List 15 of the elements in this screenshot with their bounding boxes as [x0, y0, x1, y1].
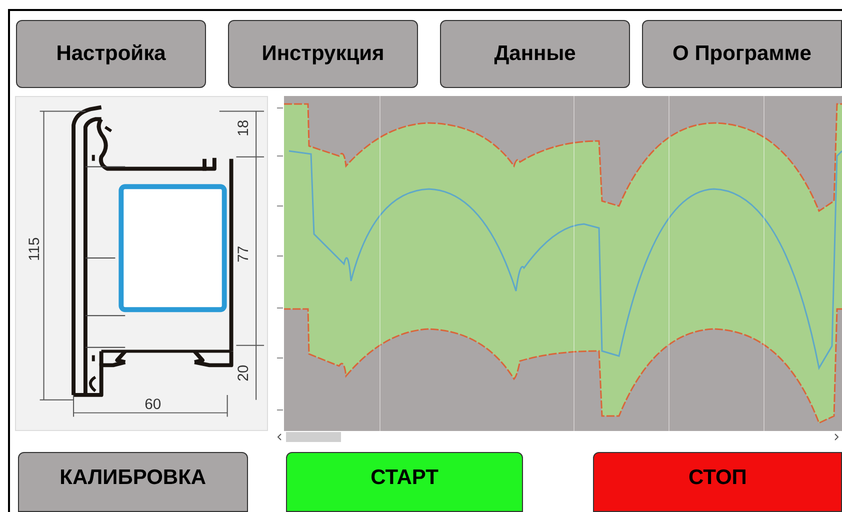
action-button[interactable]: СТОП	[593, 452, 842, 512]
dimension-label: 77	[236, 246, 252, 262]
dimension-label: 20	[236, 364, 252, 382]
scroll-left-icon[interactable]	[276, 432, 284, 440]
menu-button[interactable]: Настройка	[16, 20, 206, 88]
menu-button[interactable]: О Программе	[642, 20, 842, 88]
action-button[interactable]: КАЛИБРОВКА	[18, 452, 248, 512]
scroll-thumb[interactable]	[286, 432, 341, 442]
menu-button[interactable]: Данные	[440, 20, 630, 88]
menu-button[interactable]: Инструкция	[228, 20, 418, 88]
dimension-label: 60	[144, 396, 162, 413]
action-button[interactable]: СТАРТ	[286, 452, 524, 512]
dimension-label: 115	[26, 237, 43, 261]
scroll-right-icon[interactable]	[832, 432, 840, 440]
dimension-label: 18	[236, 120, 252, 136]
